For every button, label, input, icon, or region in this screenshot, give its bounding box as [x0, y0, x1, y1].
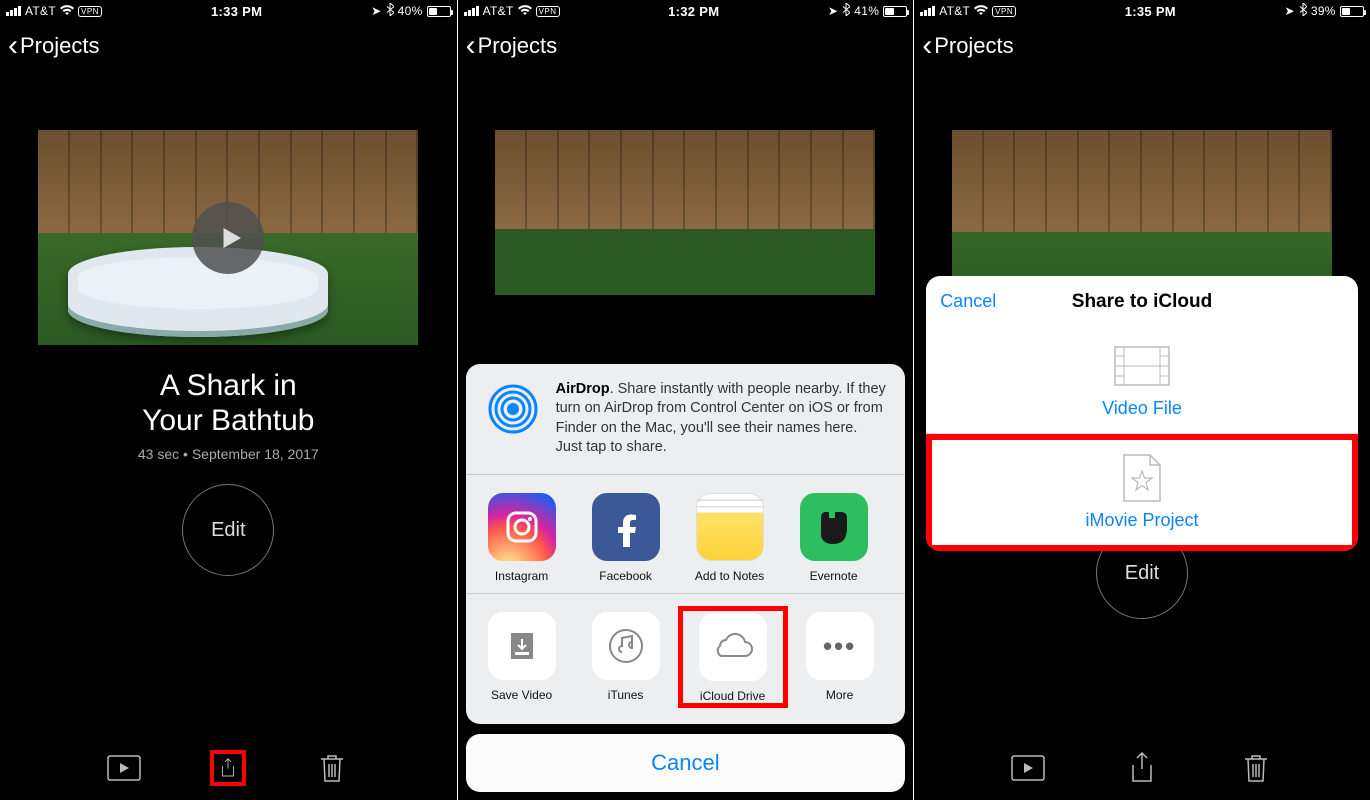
- battery-pct: 40%: [398, 4, 423, 18]
- evernote-icon: [800, 493, 868, 561]
- signal-icon: [920, 6, 935, 16]
- video-file-icon: [1114, 344, 1170, 388]
- location-icon: ➤: [371, 4, 381, 18]
- edit-button[interactable]: Edit: [182, 484, 274, 576]
- carrier-label: AT&T: [25, 4, 56, 18]
- save-video-icon: [488, 612, 556, 680]
- location-icon: ➤: [1284, 4, 1294, 18]
- airdrop-description: AirDrop. Share instantly with people nea…: [556, 380, 888, 458]
- bluetooth-icon: [386, 3, 394, 19]
- clock: 1:35 PM: [1125, 4, 1176, 19]
- modal-cancel-button[interactable]: Cancel: [940, 291, 996, 312]
- project-meta: 43 sec • September 18, 2017: [138, 446, 319, 462]
- share-app-evernote[interactable]: Evernote: [788, 493, 880, 583]
- share-app-more[interactable]: [892, 493, 906, 583]
- share-app-instagram[interactable]: Instagram: [476, 493, 568, 583]
- action-itunes[interactable]: iTunes: [580, 612, 672, 708]
- battery-icon: [1340, 6, 1364, 17]
- vpn-badge: VPN: [78, 6, 102, 17]
- airdrop-icon: [484, 380, 542, 438]
- share-actions-row: Save Video iTunes iCloud Driv: [466, 594, 906, 724]
- app-label: Instagram: [476, 569, 568, 583]
- share-sheet: AirDrop. Share instantly with people nea…: [466, 364, 906, 792]
- action-label: Save Video: [476, 688, 568, 702]
- wifi-icon: [974, 4, 988, 19]
- status-bar: AT&T VPN 1:35 PM ➤ 39%: [914, 0, 1370, 22]
- airdrop-section[interactable]: AirDrop. Share instantly with people nea…: [466, 364, 906, 475]
- option-imovie-project[interactable]: iMovie Project: [926, 434, 1358, 551]
- action-more[interactable]: ••• More: [794, 612, 886, 708]
- bottom-toolbar: [914, 736, 1370, 800]
- screenshot-2: AT&T VPN 1:32 PM ➤ 41% ‹ Projects: [457, 0, 914, 800]
- clock: 1:33 PM: [211, 4, 262, 19]
- status-bar: AT&T VPN 1:33 PM ➤ 40%: [0, 0, 457, 22]
- back-chevron-icon[interactable]: ‹: [922, 31, 932, 61]
- share-to-icloud-modal: Cancel Share to iCloud Video File iMovie…: [926, 276, 1358, 551]
- nav-bar: ‹ Projects: [914, 22, 1370, 70]
- icloud-icon: [699, 613, 767, 681]
- signal-icon: [6, 6, 21, 16]
- action-label: iCloud Drive: [687, 689, 779, 703]
- cancel-button[interactable]: Cancel: [466, 734, 906, 792]
- itunes-icon: [592, 612, 660, 680]
- more-icon: •••: [806, 612, 874, 680]
- play-slideshow-button[interactable]: [1010, 750, 1046, 786]
- option-label: Video File: [926, 398, 1358, 419]
- delete-button[interactable]: [1238, 750, 1274, 786]
- bluetooth-icon: [1299, 3, 1307, 19]
- action-icloud-drive[interactable]: iCloud Drive: [687, 613, 779, 703]
- back-button[interactable]: Projects: [934, 33, 1013, 59]
- app-label: Add to Notes: [684, 569, 776, 583]
- instagram-icon: [488, 493, 556, 561]
- screenshot-1: AT&T VPN 1:33 PM ➤ 40% ‹ Projects: [0, 0, 457, 800]
- option-video-file[interactable]: Video File: [926, 328, 1358, 433]
- option-label: iMovie Project: [932, 510, 1352, 531]
- project-thumbnail[interactable]: [38, 130, 418, 345]
- play-icon[interactable]: [192, 202, 264, 274]
- vpn-badge: VPN: [992, 6, 1016, 17]
- share-button[interactable]: [1124, 750, 1160, 786]
- share-app-notes[interactable]: Add to Notes: [684, 493, 776, 583]
- screenshot-3: AT&T VPN 1:35 PM ➤ 39% ‹ Projects Cancel…: [913, 0, 1370, 800]
- action-label: More: [794, 688, 886, 702]
- project-thumbnail: [952, 130, 1332, 295]
- notes-icon: [696, 493, 764, 561]
- action-save-video[interactable]: Save Video: [476, 612, 568, 708]
- wifi-icon: [60, 4, 74, 19]
- project-title: A Shark in Your Bathtub: [142, 369, 314, 438]
- delete-button[interactable]: [314, 750, 350, 786]
- share-app-facebook[interactable]: Facebook: [580, 493, 672, 583]
- battery-icon: [427, 6, 451, 17]
- share-apps-row: Instagram Facebook Add to Notes: [466, 475, 906, 594]
- back-button[interactable]: Projects: [20, 33, 99, 59]
- facebook-icon: [592, 493, 660, 561]
- play-slideshow-button[interactable]: [106, 750, 142, 786]
- battery-pct: 39%: [1311, 4, 1336, 18]
- action-label: iTunes: [580, 688, 672, 702]
- app-label: Facebook: [580, 569, 672, 583]
- share-button[interactable]: [210, 750, 246, 786]
- back-chevron-icon[interactable]: ‹: [8, 31, 18, 61]
- nav-bar: ‹ Projects: [0, 22, 457, 70]
- carrier-label: AT&T: [939, 4, 970, 18]
- app-label: Evernote: [788, 569, 880, 583]
- imovie-project-icon: [1114, 456, 1170, 500]
- bottom-toolbar: [0, 736, 457, 800]
